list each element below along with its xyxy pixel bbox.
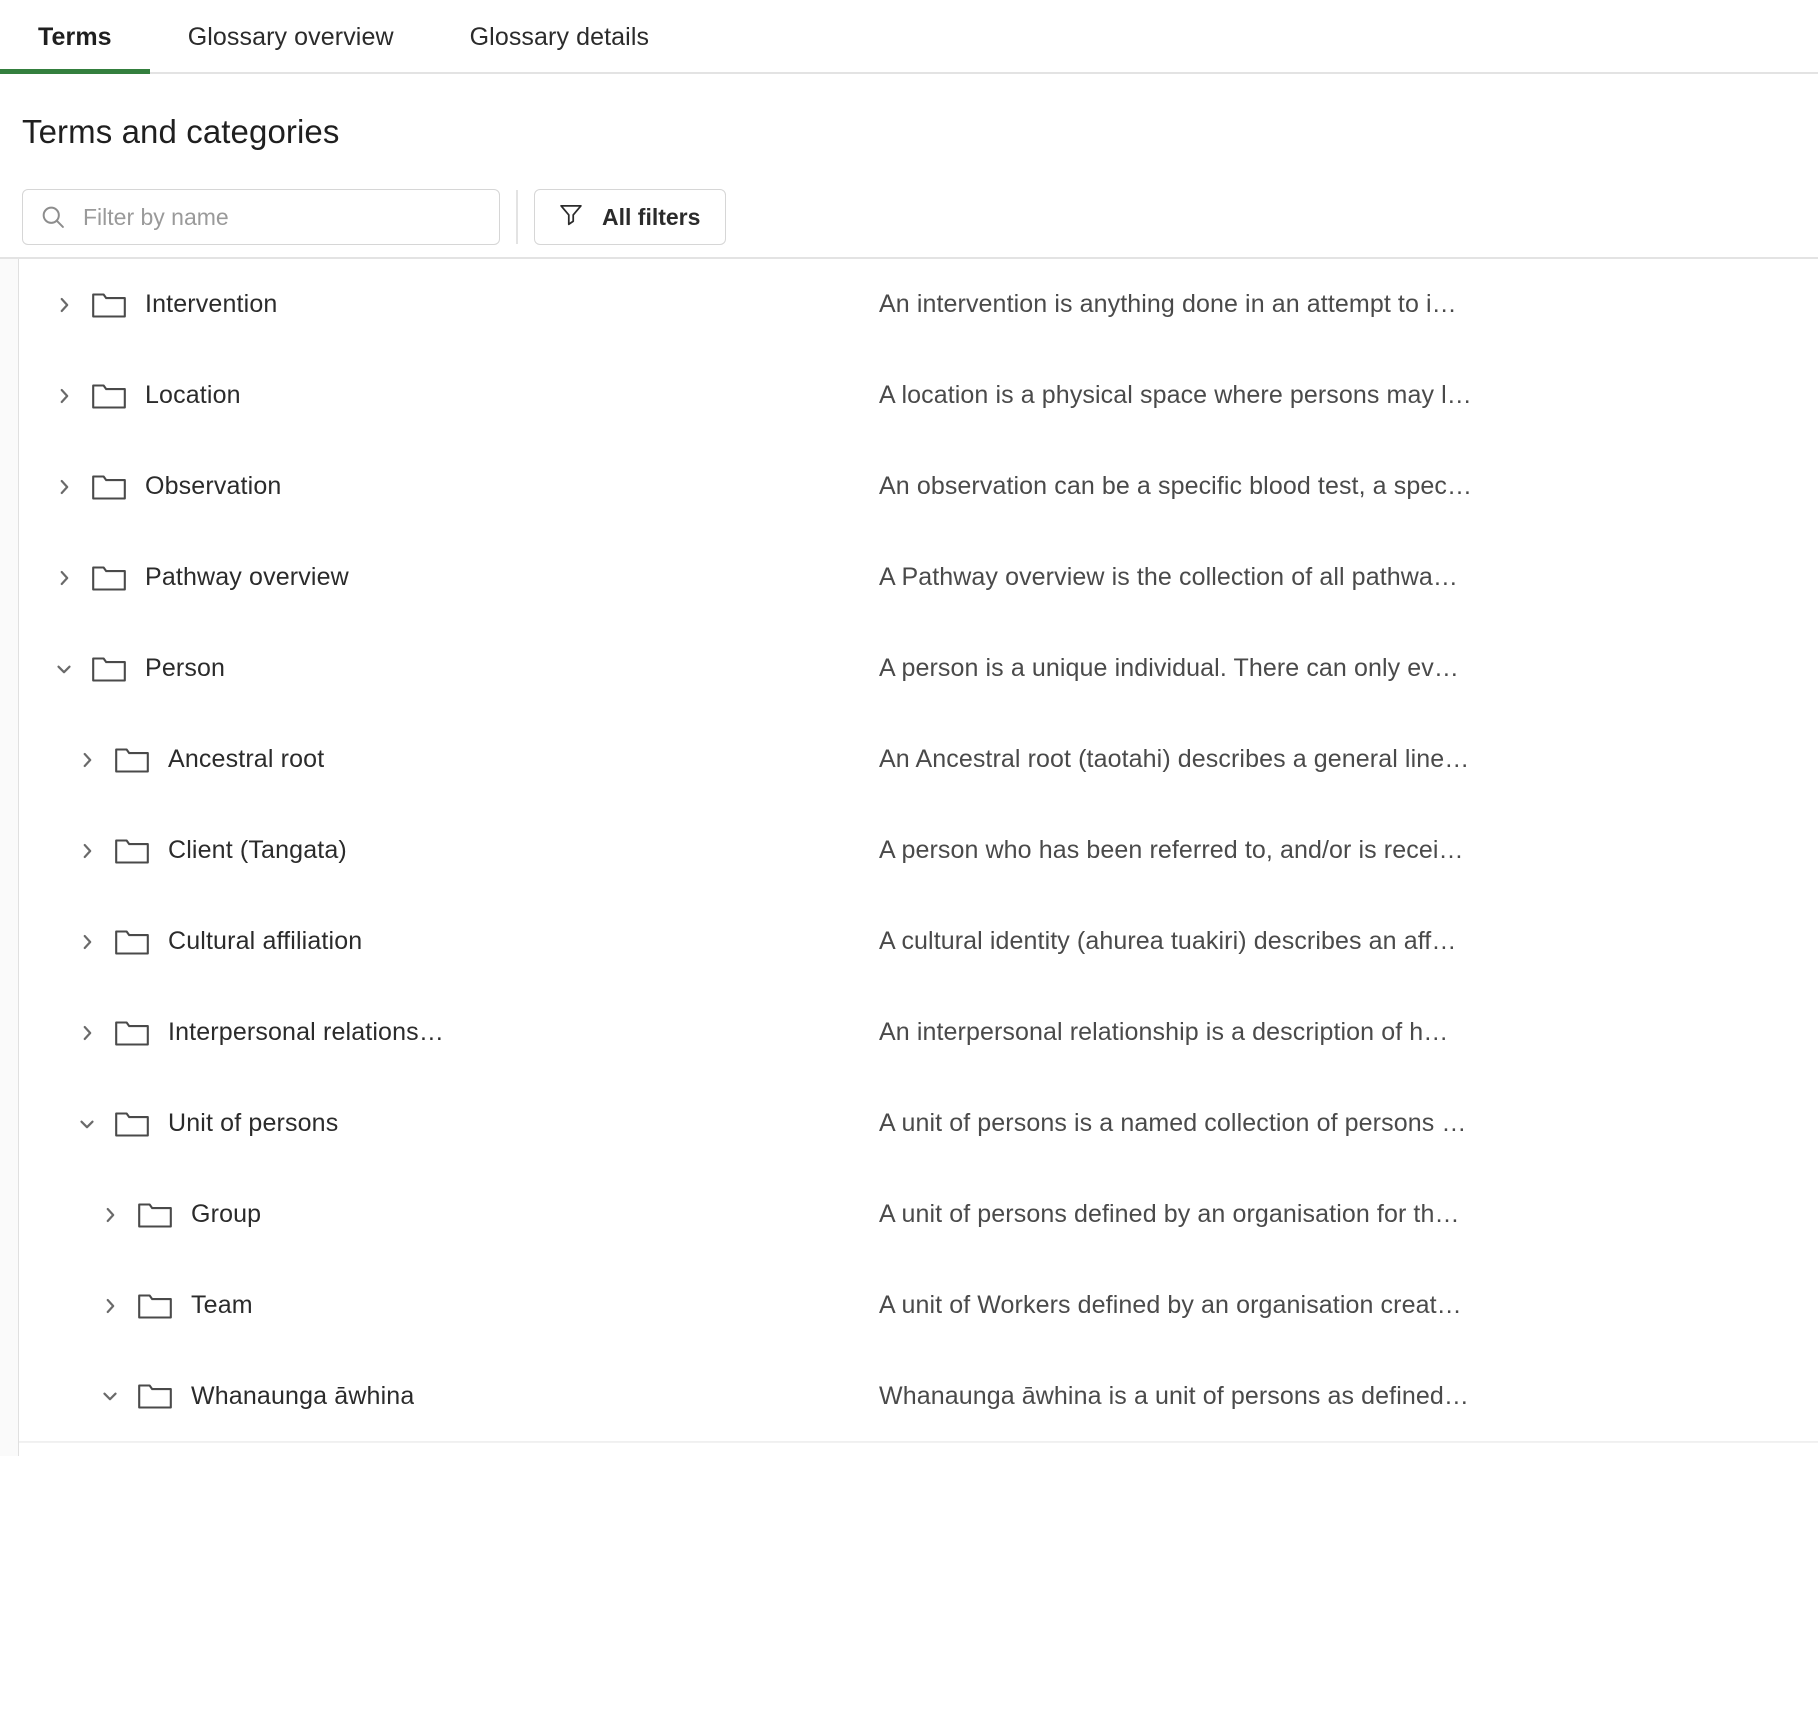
folder-icon — [114, 745, 150, 775]
tree-node-label: Location — [145, 381, 241, 409]
tree-node-label: Interpersonal relations… — [168, 1018, 444, 1046]
table-row[interactable]: Team A unit of Workers defined by an orga… — [0, 1260, 1818, 1351]
tree-node-label: Intervention — [145, 290, 278, 318]
tree-node-description: An interpersonal relationship is a descr… — [879, 1018, 1449, 1046]
folder-icon — [137, 1381, 173, 1411]
toolbar-divider — [516, 190, 518, 244]
chevron-right-icon[interactable] — [47, 379, 81, 413]
folder-icon — [91, 472, 127, 502]
table-row[interactable]: Interpersonal relations… An interpersonal… — [0, 987, 1818, 1078]
tree-node-description: An intervention is anything done in an a… — [879, 290, 1457, 318]
tree-node-name-cell: Intervention — [19, 288, 879, 322]
tree-node-name-cell: Group — [19, 1198, 879, 1232]
tree-node-name-cell: Whanaunga āwhina — [19, 1379, 879, 1413]
tree-node-name-cell: Unit of persons — [19, 1107, 879, 1141]
folder-icon — [91, 654, 127, 684]
all-filters-button[interactable]: All filters — [534, 189, 727, 245]
table-row[interactable]: Person A person is a unique individual. T… — [0, 623, 1818, 714]
terms-tree-table: Intervention An intervention is anything … — [0, 257, 1818, 1456]
tab-glossary-details[interactable]: Glossary details — [432, 0, 687, 74]
filter-toolbar: All filters — [0, 151, 1818, 247]
chevron-down-icon[interactable] — [93, 1379, 127, 1413]
folder-icon — [137, 1200, 173, 1230]
tree-node-description: A unit of persons defined by an organisa… — [879, 1200, 1460, 1228]
folder-icon — [114, 927, 150, 957]
tree-node-description: A unit of persons is a named collection … — [879, 1109, 1467, 1137]
terms-tree: Intervention An intervention is anything … — [0, 259, 1818, 1442]
tree-node-description: A person who has been referred to, and/o… — [879, 836, 1464, 864]
page-title: Terms and categories — [22, 113, 340, 150]
search-icon — [39, 203, 67, 231]
table-row-partial — [0, 1442, 1818, 1456]
tree-node-label: Whanaunga āwhina — [191, 1381, 415, 1410]
tree-node-label: Client (Tangata) — [168, 836, 347, 864]
tree-node-name-cell: Location — [19, 379, 879, 413]
tree-node-name-cell: Interpersonal relations… — [19, 1016, 879, 1050]
chevron-right-icon[interactable] — [70, 834, 104, 868]
folder-icon — [114, 1109, 150, 1139]
chevron-right-icon[interactable] — [47, 561, 81, 595]
tab-terms[interactable]: Terms — [0, 0, 150, 74]
chevron-right-icon[interactable] — [70, 743, 104, 777]
folder-icon — [114, 836, 150, 866]
tree-node-name-cell: Pathway overview — [19, 561, 879, 595]
tree-node-name-cell: Ancestral root — [19, 743, 879, 777]
tree-node-name-cell: Team — [19, 1289, 879, 1323]
chevron-down-icon[interactable] — [70, 1107, 104, 1141]
tree-node-label: Person — [145, 654, 226, 682]
table-row[interactable]: Intervention An intervention is anything … — [0, 259, 1818, 350]
tree-node-description: A unit of Workers defined by an organisa… — [879, 1291, 1462, 1319]
funnel-icon — [557, 200, 585, 234]
table-row[interactable]: Whanaunga āwhina Whanaunga āwhina is a un… — [0, 1351, 1818, 1442]
table-row[interactable]: Ancestral root An Ancestral root (taotahi… — [0, 714, 1818, 805]
folder-icon — [91, 290, 127, 320]
chevron-right-icon[interactable] — [93, 1198, 127, 1232]
chevron-right-icon[interactable] — [47, 288, 81, 322]
tree-node-description: A person is a unique individual. There c… — [879, 654, 1459, 682]
chevron-down-icon[interactable] — [47, 652, 81, 686]
tree-node-label: Team — [191, 1291, 253, 1319]
tree-node-description: Whanaunga āwhina is a unit of persons as… — [879, 1381, 1469, 1410]
folder-icon — [91, 563, 127, 593]
tree-node-label: Cultural affiliation — [168, 927, 363, 955]
table-row[interactable]: Pathway overview A Pathway overview is th… — [0, 532, 1818, 623]
chevron-right-icon[interactable] — [70, 1016, 104, 1050]
table-row[interactable]: Unit of persons A unit of persons is a na… — [0, 1078, 1818, 1169]
tree-node-label: Ancestral root — [168, 745, 325, 773]
tree-node-name-cell: Client (Tangata) — [19, 834, 879, 868]
table-left-gutter — [0, 259, 19, 1456]
tree-node-name-cell: Person — [19, 652, 879, 686]
tree-node-description: A location is a physical space where per… — [879, 381, 1472, 409]
tree-node-label: Group — [191, 1200, 262, 1228]
tab-glossary-overview[interactable]: Glossary overview — [150, 0, 432, 74]
table-row[interactable]: Group A unit of persons defined by an org… — [0, 1169, 1818, 1260]
all-filters-label: All filters — [602, 203, 701, 230]
table-row[interactable]: Location A location is a physical space w… — [0, 350, 1818, 441]
tree-node-description: A cultural identity (ahurea tuakiri) des… — [879, 927, 1457, 955]
chevron-right-icon[interactable] — [70, 925, 104, 959]
search-field-wrapper[interactable] — [22, 189, 500, 245]
folder-icon — [114, 1018, 150, 1048]
tab-bar: Terms Glossary overview Glossary details — [0, 0, 1818, 74]
tree-node-name-cell: Observation — [19, 470, 879, 504]
tree-node-label: Pathway overview — [145, 563, 349, 591]
tree-node-description: An Ancestral root (taotahi) describes a … — [879, 745, 1470, 773]
search-input[interactable] — [67, 190, 499, 244]
chevron-right-icon[interactable] — [47, 470, 81, 504]
chevron-right-icon[interactable] — [93, 1289, 127, 1323]
table-row[interactable]: Client (Tangata) A person who has been re… — [0, 805, 1818, 896]
folder-icon — [91, 381, 127, 411]
tree-node-description: An observation can be a specific blood t… — [879, 472, 1473, 500]
tree-node-name-cell: Cultural affiliation — [19, 925, 879, 959]
tree-node-label: Observation — [145, 472, 282, 500]
table-row[interactable]: Cultural affiliation A cultural identity … — [0, 896, 1818, 987]
folder-icon — [137, 1291, 173, 1321]
tree-node-label: Unit of persons — [168, 1109, 339, 1137]
tree-node-description: A Pathway overview is the collection of … — [879, 563, 1459, 591]
table-row[interactable]: Observation An observation can be a speci… — [0, 441, 1818, 532]
